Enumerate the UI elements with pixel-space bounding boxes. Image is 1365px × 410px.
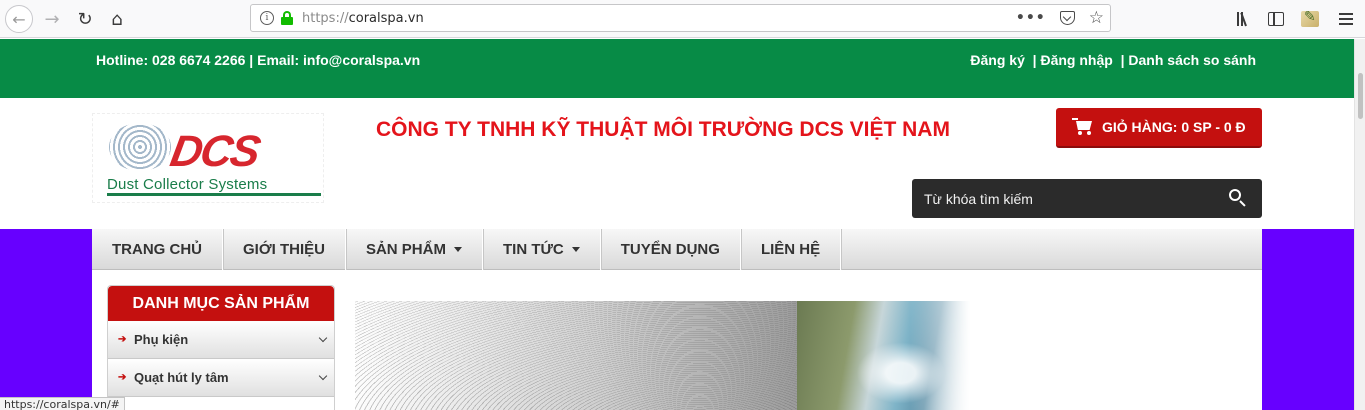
scrollbar-thumb[interactable]: [1358, 73, 1363, 119]
category-item[interactable]: ➔ Phụ kiện: [108, 321, 334, 359]
url-text[interactable]: https://coralspa.vn: [302, 11, 424, 26]
home-icon: ⌂: [111, 8, 123, 30]
back-button[interactable]: ←: [5, 5, 33, 33]
reload-button[interactable]: ↻: [71, 5, 99, 33]
login-link[interactable]: Đăng nhập: [1040, 52, 1112, 68]
logo-letters: DCS: [166, 127, 263, 176]
search-input[interactable]: [924, 190, 1214, 207]
menu-button[interactable]: [1327, 5, 1365, 33]
page-actions-icon[interactable]: •••: [1016, 10, 1046, 26]
library-icon: [1237, 12, 1247, 27]
register-link[interactable]: Đăng ký: [970, 52, 1024, 68]
pocket-icon[interactable]: [1059, 11, 1075, 25]
extension-button[interactable]: [1293, 5, 1327, 33]
category-title: DANH MỤC SẢN PHẨM: [108, 286, 334, 321]
chevron-down-icon[interactable]: [318, 371, 328, 381]
browser-toolbar: ← → ↻ ⌂ i https://coralspa.vn ••• ☆: [0, 0, 1365, 38]
arrow-right-icon: →: [44, 8, 60, 30]
arrow-right-icon: ➔: [118, 334, 127, 345]
extension-icon: [1301, 9, 1319, 27]
link-separator: |: [1112, 52, 1129, 68]
top-bar: Hotline: 028 6674 2266 | Email: info@cor…: [0, 39, 1354, 98]
category-label: Phụ kiện: [134, 332, 189, 347]
arrow-left-icon: ←: [12, 9, 26, 29]
account-links: Đăng ký | Đăng nhập | Danh sách so sánh: [970, 52, 1256, 68]
nav-item-products[interactable]: SẢN PHẨM: [346, 229, 483, 270]
caret-down-icon: [571, 247, 580, 252]
site-header: DCS Dust Collector Systems CÔNG TY TNHH …: [0, 98, 1354, 229]
main-nav: TRANG CHỦ GIỚI THIỆU SẢN PHẨM TIN TỨC TU…: [92, 229, 1262, 270]
main-content: DANH MỤC SẢN PHẨM ➔ Phụ kiện ➔ Quạt hút …: [92, 270, 1262, 410]
banner-sketch-image: [355, 301, 797, 410]
library-button[interactable]: [1225, 5, 1259, 33]
sidebar-icon: [1268, 12, 1284, 26]
chevron-down-icon[interactable]: [318, 333, 328, 343]
page-scrollbar[interactable]: [1354, 39, 1365, 410]
logo-underline: [107, 193, 321, 196]
home-button[interactable]: ⌂: [103, 5, 131, 33]
page-body-background: TRANG CHỦ GIỚI THIỆU SẢN PHẨM TIN TỨC TU…: [0, 229, 1354, 410]
lock-icon[interactable]: [281, 11, 293, 25]
swirl-graphic: [109, 123, 171, 171]
caret-down-icon: [453, 247, 462, 252]
nav-item-careers[interactable]: TUYỂN DỤNG: [601, 229, 741, 270]
shopping-cart-icon: [1072, 118, 1094, 136]
forward-button[interactable]: →: [38, 5, 66, 33]
company-name: CÔNG TY TNHH KỸ THUẬT MÔI TRƯỜNG DCS VIỆ…: [376, 118, 950, 141]
cart-button[interactable]: GIỎ HÀNG: 0 SP - 0 Đ: [1056, 108, 1262, 148]
hotline-text: Hotline: 028 6674 2266 | Email: info@cor…: [96, 52, 421, 68]
product-category-box: DANH MỤC SẢN PHẨM ➔ Phụ kiện ➔ Quạt hút …: [107, 285, 335, 410]
search-box: [912, 179, 1262, 218]
link-separator: |: [1024, 52, 1041, 68]
bookmark-star-icon[interactable]: ☆: [1089, 8, 1104, 28]
status-url-tooltip: https://coralspa.vn/#: [0, 397, 125, 410]
nav-item-contact[interactable]: LIÊN HỆ: [741, 229, 842, 270]
hero-banner[interactable]: [355, 301, 970, 410]
sidebar-button[interactable]: [1259, 5, 1293, 33]
logo-tagline: Dust Collector Systems: [107, 176, 268, 193]
arrow-right-icon: ➔: [118, 372, 127, 383]
nav-item-home[interactable]: TRANG CHỦ: [92, 229, 223, 270]
compare-list-link[interactable]: Danh sách so sánh: [1128, 52, 1256, 68]
nav-item-news[interactable]: TIN TỨC: [483, 229, 601, 270]
hamburger-menu-icon: [1339, 13, 1353, 25]
url-bar[interactable]: i https://coralspa.vn ••• ☆: [250, 4, 1111, 32]
banner-nature-image: [797, 301, 970, 410]
reload-icon: ↻: [77, 8, 93, 30]
cart-label: GIỎ HÀNG: 0 SP - 0 Đ: [1102, 119, 1246, 135]
nav-item-about[interactable]: GIỚI THIỆU: [223, 229, 346, 270]
site-logo[interactable]: DCS Dust Collector Systems: [92, 113, 324, 203]
category-label: Quạt hút ly tâm: [134, 370, 229, 385]
search-icon[interactable]: [1229, 189, 1246, 207]
category-item[interactable]: ➔ Quạt hút ly tâm: [108, 359, 334, 397]
web-page: Hotline: 028 6674 2266 | Email: info@cor…: [0, 39, 1354, 410]
info-icon[interactable]: i: [260, 11, 274, 25]
